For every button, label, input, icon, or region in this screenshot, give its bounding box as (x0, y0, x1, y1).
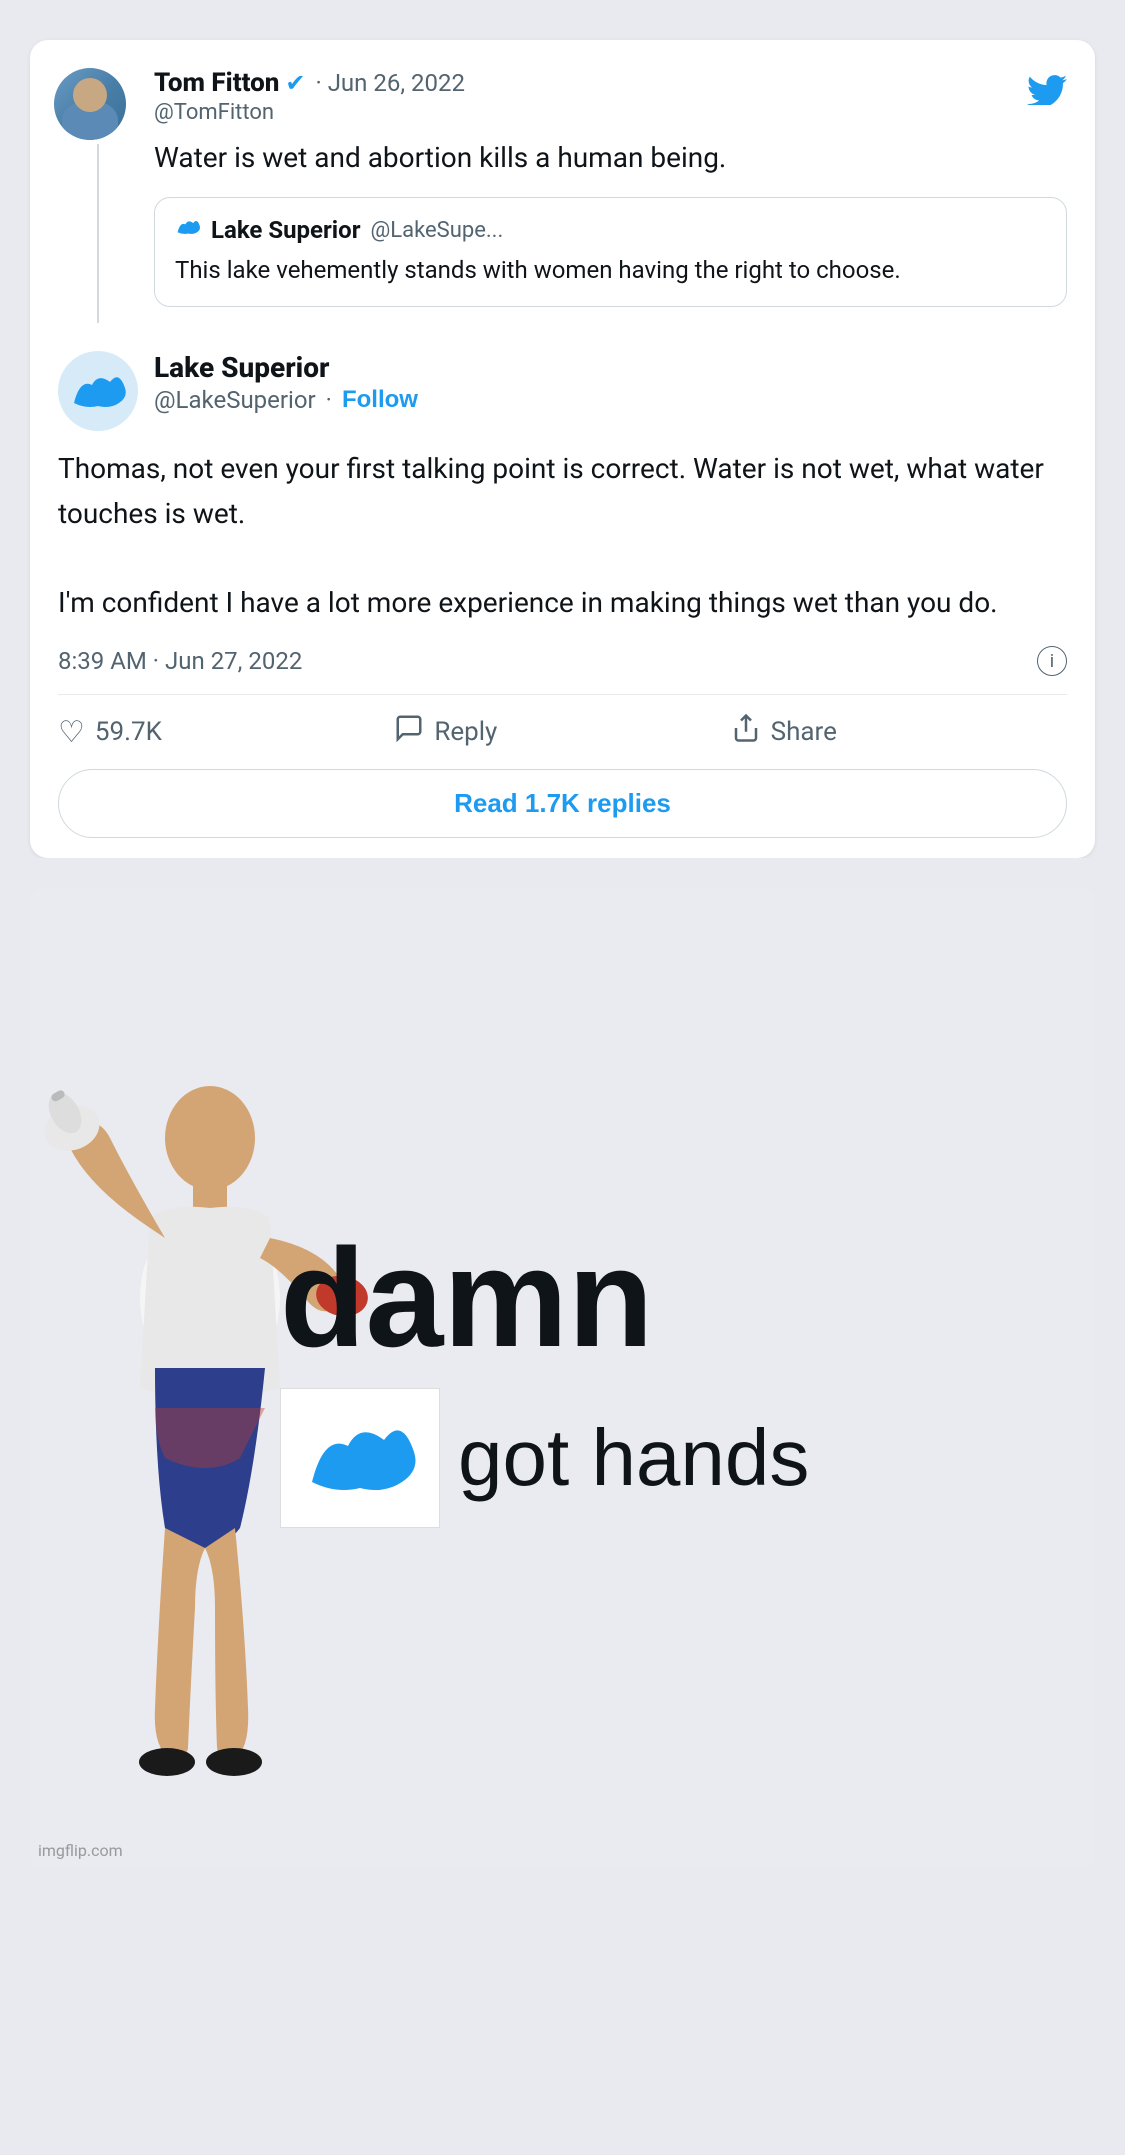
like-count: 59.7K (95, 717, 162, 747)
share-label: Share (771, 717, 837, 747)
lake-superior-handle: @LakeSuperior (154, 386, 316, 414)
lake-icon-quoted (175, 216, 201, 244)
tweet-card: Tom Fitton ✔ · Jun 26, 2022 @TomFitton W… (30, 40, 1095, 858)
meme-lake-box (280, 1388, 440, 1528)
meme-damn-text: damn (280, 1228, 653, 1368)
quoted-name: Lake Superior (211, 216, 361, 244)
verified-icon: ✔ (285, 69, 305, 97)
lake-superior-avatar[interactable] (58, 351, 138, 431)
follow-button[interactable]: Follow (342, 386, 418, 414)
tom-fitton-avatar[interactable] (54, 68, 126, 140)
meme-section: damn got hands imgflip.com (0, 858, 1125, 1898)
dot-separator: · (326, 386, 332, 414)
reply-label: Reply (434, 717, 497, 747)
reply-section: Lake Superior @LakeSuperior · Follow Tho… (58, 347, 1067, 838)
quoted-tweet[interactable]: Lake Superior @LakeSupe... This lake veh… (154, 197, 1067, 307)
comment-icon (394, 713, 424, 751)
meme-got-hands-text: got hands (458, 1412, 809, 1504)
imgflip-credit: imgflip.com (38, 1841, 123, 1860)
reply-action[interactable]: Reply (394, 713, 730, 751)
like-action[interactable]: ♡ 59.7K (58, 715, 394, 750)
quoted-handle: @LakeSupe... (371, 218, 504, 243)
divider (58, 694, 1067, 695)
reply-tweet-text: Thomas, not even your first talking poin… (58, 447, 1067, 626)
tom-fitton-name: Tom Fitton (154, 68, 279, 98)
read-replies-button[interactable]: Read 1.7K replies (58, 769, 1067, 838)
meme-container: damn got hands imgflip.com (30, 888, 1095, 1868)
lake-superior-name: Lake Superior (154, 351, 1067, 384)
tom-fitton-handle: @TomFitton (154, 100, 1027, 125)
quoted-tweet-text: This lake vehemently stands with women h… (175, 252, 1046, 288)
tom-fitton-tweet-text: Water is wet and abortion kills a human … (154, 137, 1067, 179)
tweet-date: · Jun 26, 2022 (315, 69, 465, 97)
info-icon[interactable]: i (1037, 646, 1067, 676)
share-icon (731, 713, 761, 751)
reply-timestamp: 8:39 AM · Jun 27, 2022 (58, 647, 302, 675)
read-replies-text: Read 1.7K replies (454, 788, 671, 819)
share-action[interactable]: Share (731, 713, 1067, 751)
heart-icon: ♡ (58, 715, 85, 750)
twitter-bird-icon (1027, 68, 1067, 115)
